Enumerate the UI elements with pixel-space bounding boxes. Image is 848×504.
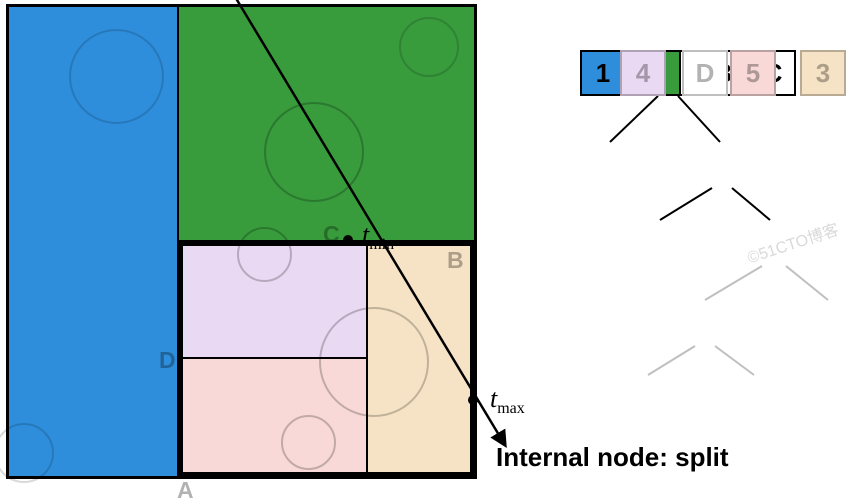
scene-object — [319, 307, 429, 417]
tree-node-D: D — [682, 50, 728, 96]
scene-object — [237, 227, 292, 282]
cell-label-A: A — [177, 477, 194, 504]
scene-object — [264, 102, 364, 202]
cell-label-D: D — [159, 347, 176, 374]
tree-leaf-3: 3 — [800, 50, 846, 96]
figure-caption: Internal node: split — [496, 442, 729, 473]
spatial-partition-scene: A B C D — [6, 4, 477, 479]
scene-object — [69, 29, 164, 124]
tree-edges — [540, 50, 840, 410]
tree-leaf-5: 5 — [730, 50, 776, 96]
tmax-label: tmax — [490, 384, 525, 418]
cell-label-C: C — [323, 221, 340, 248]
scene-object — [399, 17, 459, 77]
scene-object — [281, 415, 336, 470]
tmin-label: tmin — [362, 220, 394, 254]
cell-label-B: B — [447, 247, 464, 274]
tree-leaf-4: 4 — [620, 50, 666, 96]
tree-diagram: A 1 B 2 C D 3 4 5 — [540, 50, 840, 410]
